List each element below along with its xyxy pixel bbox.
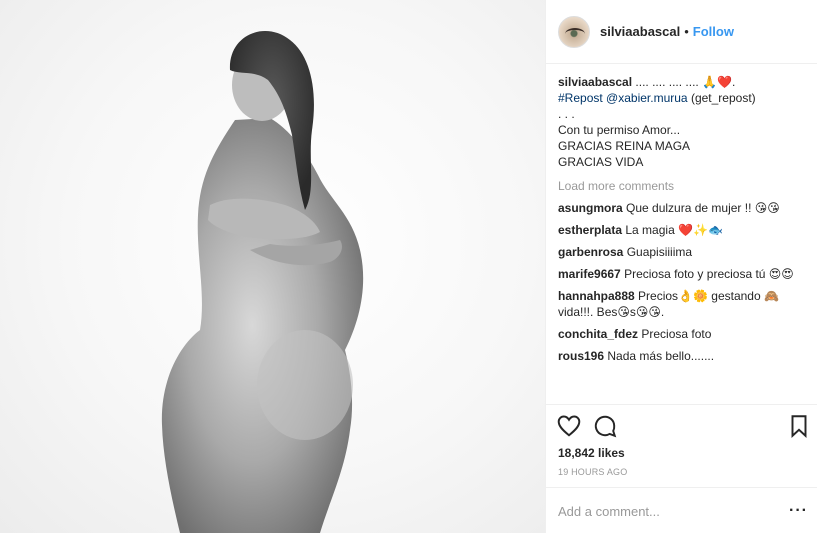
avatar[interactable] bbox=[558, 15, 590, 48]
comment-username[interactable]: asungmora bbox=[558, 201, 623, 215]
header-username[interactable]: silviaabascal bbox=[600, 24, 680, 39]
comment-username[interactable]: marife9667 bbox=[558, 267, 621, 281]
comment-icon[interactable] bbox=[592, 413, 618, 439]
comment-text: Preciosa foto y preciosa tú 😍😍 bbox=[624, 267, 794, 281]
photo-figure bbox=[161, 31, 364, 533]
caption: silviaabascal .... .... .... .... 🙏❤️. #… bbox=[558, 74, 810, 170]
post-timestamp[interactable]: 19 HOURS AGO bbox=[558, 467, 627, 477]
post-sidebar: silviaabascal • Follow silviaabascal ...… bbox=[545, 0, 817, 533]
comment: asungmora Que dulzura de mujer !! 😘😘 bbox=[558, 200, 810, 216]
comment-username[interactable]: rous196 bbox=[558, 349, 604, 363]
caption-line3: . . . bbox=[558, 107, 575, 121]
more-options-icon[interactable]: ··· bbox=[789, 502, 808, 520]
bookmark-icon[interactable] bbox=[786, 413, 812, 439]
comment-username[interactable]: conchita_fdez bbox=[558, 327, 638, 341]
comment: hannahpa888 Precios👌🌼 gestando 🙈 vida!!!… bbox=[558, 288, 810, 320]
comment-text: Preciosa foto bbox=[641, 327, 712, 341]
post-photo[interactable] bbox=[0, 0, 545, 533]
add-comment-input[interactable] bbox=[558, 502, 778, 520]
comment-username[interactable]: estherplata bbox=[558, 223, 622, 237]
comment-text: La magia ❤️✨🐟 bbox=[625, 223, 723, 237]
comment: marife9667 Preciosa foto y preciosa tú 😍… bbox=[558, 266, 810, 282]
post-header: silviaabascal • Follow bbox=[546, 0, 817, 64]
comment-text: Que dulzura de mujer !! 😘😘 bbox=[626, 201, 780, 215]
comment-text: Guapisiiiima bbox=[626, 245, 693, 259]
caption-line5: GRACIAS REINA MAGA bbox=[558, 139, 691, 153]
hashtag-link[interactable]: #Repost bbox=[558, 91, 603, 105]
separator-dot: • bbox=[684, 24, 689, 39]
likes-count[interactable]: 18,842 likes bbox=[558, 446, 625, 460]
caption-line6: GRACIAS VIDA bbox=[558, 155, 644, 169]
comment: estherplata La magia ❤️✨🐟 bbox=[558, 222, 810, 238]
comment: conchita_fdez Preciosa foto bbox=[558, 326, 810, 342]
load-more-comments-link[interactable]: Load more comments bbox=[558, 178, 810, 194]
follow-button[interactable]: Follow bbox=[693, 24, 734, 39]
caption-username[interactable]: silviaabascal bbox=[558, 75, 632, 89]
comment-text: Nada más bello....... bbox=[607, 349, 715, 363]
instagram-post: silviaabascal • Follow silviaabascal ...… bbox=[0, 0, 817, 533]
mention-link[interactable]: @xabier.murua bbox=[606, 91, 688, 105]
caption-text: .... .... .... .... 🙏❤️. bbox=[635, 75, 736, 89]
comments-section: silviaabascal .... .... .... .... 🙏❤️. #… bbox=[558, 74, 810, 364]
caption-line4: Con tu permiso Amor... bbox=[558, 123, 681, 137]
add-comment-bar: ··· bbox=[546, 487, 817, 533]
action-bar bbox=[546, 404, 817, 446]
heart-icon[interactable] bbox=[556, 413, 582, 439]
comment-username[interactable]: garbenrosa bbox=[558, 245, 623, 259]
comment-username[interactable]: hannahpa888 bbox=[558, 289, 635, 303]
comment: garbenrosa Guapisiiiima bbox=[558, 244, 810, 260]
comment: rous196 Nada más bello....... bbox=[558, 348, 810, 364]
caption-line2-rest: (get_repost) bbox=[690, 91, 756, 105]
